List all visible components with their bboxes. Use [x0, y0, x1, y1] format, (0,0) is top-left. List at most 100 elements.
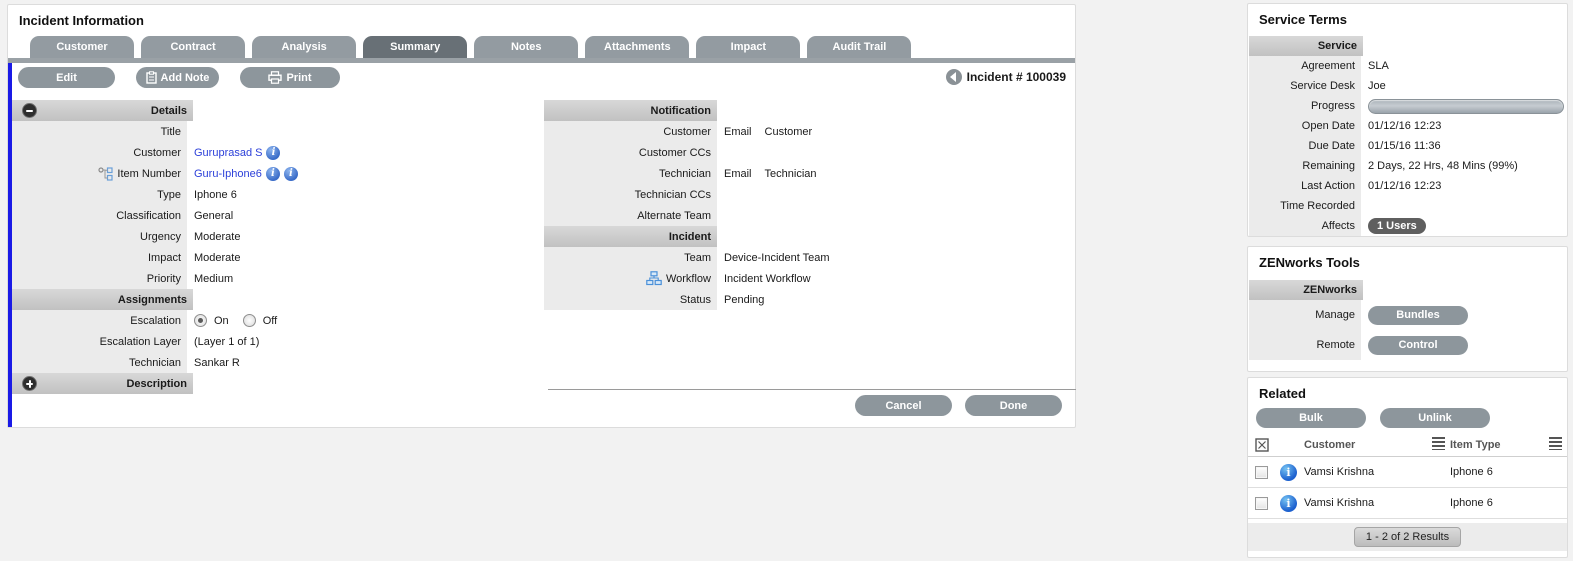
field-technician: Technician Sankar R — [12, 352, 542, 373]
select-all-icon[interactable] — [1254, 438, 1269, 452]
item-number-link[interactable]: Guru-Iphone6 — [194, 168, 262, 180]
column-customer[interactable]: Customer — [1302, 439, 1432, 451]
related-title: Related — [1259, 386, 1306, 401]
related-table: Customer Item Type Vamsi Krishna Iphone … — [1248, 434, 1567, 519]
field-due-date: Due Date 01/15/16 11:36 — [1249, 136, 1567, 156]
tab-attachments[interactable]: Attachments — [585, 36, 690, 58]
service-header: Service — [1249, 36, 1363, 56]
edit-button[interactable]: Edit — [18, 67, 115, 88]
print-button[interactable]: Print — [240, 67, 340, 88]
field-workflow: Workflow Incident Workflow — [544, 268, 1074, 289]
incident-header: Incident — [544, 226, 717, 247]
service-terms-panel: Service Terms Service Agreement SLA Servi… — [1247, 3, 1568, 237]
row-checkbox[interactable] — [1255, 465, 1268, 479]
unlink-button[interactable]: Unlink — [1380, 408, 1490, 428]
field-urgency: Urgency Moderate — [12, 226, 542, 247]
field-technician-ccs: Technician CCs — [544, 184, 1074, 205]
tab-summary[interactable]: Summary — [363, 36, 468, 58]
customer-info-icon[interactable] — [266, 145, 281, 160]
control-button[interactable]: Control — [1368, 335, 1468, 355]
expand-icon[interactable] — [22, 376, 37, 391]
field-impact: Impact Moderate — [12, 247, 542, 268]
sort-icon[interactable] — [1432, 437, 1445, 450]
tab-audit-trail[interactable]: Audit Trail — [807, 36, 912, 58]
related-table-header: Customer Item Type — [1248, 434, 1567, 457]
incident-number: Incident # 100039 — [945, 69, 1066, 85]
incident-information-panel: Incident Information Customer Contract A… — [7, 4, 1076, 428]
toolbar: Edit Add Note Print — [18, 67, 340, 88]
field-item-number: Item Number Guru-Iphone6 — [12, 163, 542, 184]
table-row: Vamsi Krishna Iphone 6 — [1248, 457, 1567, 488]
row-checkbox[interactable] — [1255, 496, 1268, 510]
done-button[interactable]: Done — [965, 395, 1062, 416]
bulk-button[interactable]: Bulk — [1256, 408, 1366, 428]
customer-link[interactable]: Guruprasad S — [194, 147, 262, 159]
column-item-type[interactable]: Item Type — [1450, 439, 1549, 451]
page-title: Incident Information — [19, 13, 144, 28]
zenworks-tools-panel: ZENworks Tools ZENworks Manage Bundles R… — [1247, 246, 1568, 372]
field-time-recorded: Time Recorded — [1249, 196, 1567, 216]
field-customer: Customer Guruprasad S — [12, 142, 542, 163]
cancel-button[interactable]: Cancel — [855, 395, 952, 416]
field-status: Status Pending — [544, 289, 1074, 310]
tab-customer[interactable]: Customer — [30, 36, 134, 58]
service-terms-title: Service Terms — [1259, 12, 1347, 27]
field-last-action: Last Action 01/12/16 12:23 — [1249, 176, 1567, 196]
field-progress: Progress — [1249, 96, 1567, 116]
field-notify-technician: Technician Email Technician — [544, 163, 1074, 184]
clipboard-icon — [145, 71, 157, 84]
field-priority: Priority Medium — [12, 268, 542, 289]
details-section: Details Title Customer Guruprasad S Item… — [12, 100, 542, 394]
field-remote: Remote Control — [1249, 330, 1567, 360]
tab-impact[interactable]: Impact — [696, 36, 801, 58]
item-info-icon[interactable] — [265, 166, 280, 181]
tab-notes[interactable]: Notes — [474, 36, 579, 58]
field-alternate-team: Alternate Team — [544, 205, 1074, 226]
description-header: Description — [12, 373, 193, 394]
field-remaining: Remaining 2 Days, 22 Hrs, 48 Mins (99%) — [1249, 156, 1567, 176]
footer-divider — [548, 389, 1076, 390]
bundles-button[interactable]: Bundles — [1368, 305, 1468, 325]
field-escalation-layer: Escalation Layer (Layer 1 of 1) — [12, 331, 542, 352]
tab-underline-bar — [8, 58, 1075, 63]
affects-badge[interactable]: 1 Users — [1368, 218, 1426, 234]
hierarchy-icon[interactable] — [98, 166, 114, 181]
incident-info-icon[interactable] — [1280, 494, 1297, 512]
incident-info-icon[interactable] — [1280, 463, 1297, 481]
zenworks-tools-title: ZENworks Tools — [1259, 255, 1360, 270]
progress-bar — [1368, 98, 1564, 114]
back-icon[interactable] — [945, 69, 962, 85]
field-notify-customer: Customer Email Customer — [544, 121, 1074, 142]
field-escalation: Escalation On Off — [12, 310, 542, 331]
pagination-pill[interactable]: 1 - 2 of 2 Results — [1353, 527, 1462, 547]
details-header: Details — [12, 100, 193, 121]
table-row: Vamsi Krishna Iphone 6 — [1248, 488, 1567, 519]
item-info-icon-2[interactable] — [283, 166, 298, 181]
sort-icon[interactable] — [1549, 437, 1562, 450]
add-note-button[interactable]: Add Note — [136, 67, 219, 88]
zenworks-header: ZENworks — [1249, 280, 1363, 300]
tab-bar: Customer Contract Analysis Summary Notes… — [30, 36, 915, 58]
field-agreement: Agreement SLA — [1249, 56, 1567, 76]
workflow-icon[interactable] — [646, 271, 662, 286]
field-title: Title — [12, 121, 542, 142]
field-service-desk: Service Desk Joe — [1249, 76, 1567, 96]
related-panel: Related Bulk Unlink Customer Item Type V… — [1247, 377, 1568, 558]
escalation-off-radio[interactable] — [242, 314, 256, 327]
field-team: Team Device-Incident Team — [544, 247, 1074, 268]
field-manage: Manage Bundles — [1249, 300, 1567, 330]
tab-analysis[interactable]: Analysis — [252, 36, 357, 58]
field-customer-ccs: Customer CCs — [544, 142, 1074, 163]
field-classification: Classification General — [12, 205, 542, 226]
tab-contract[interactable]: Contract — [141, 36, 246, 58]
field-affects: Affects 1 Users — [1249, 216, 1567, 236]
field-open-date: Open Date 01/12/16 12:23 — [1249, 116, 1567, 136]
notification-section: Notification Customer Email Customer Cust… — [544, 100, 1074, 310]
pagination-bar: 1 - 2 of 2 Results — [1248, 523, 1567, 551]
collapse-icon[interactable] — [22, 103, 37, 118]
printer-icon — [268, 71, 283, 84]
field-type: Type Iphone 6 — [12, 184, 542, 205]
assignments-header: Assignments — [12, 289, 193, 310]
notification-header: Notification — [544, 100, 717, 121]
escalation-on-radio[interactable] — [194, 314, 207, 327]
